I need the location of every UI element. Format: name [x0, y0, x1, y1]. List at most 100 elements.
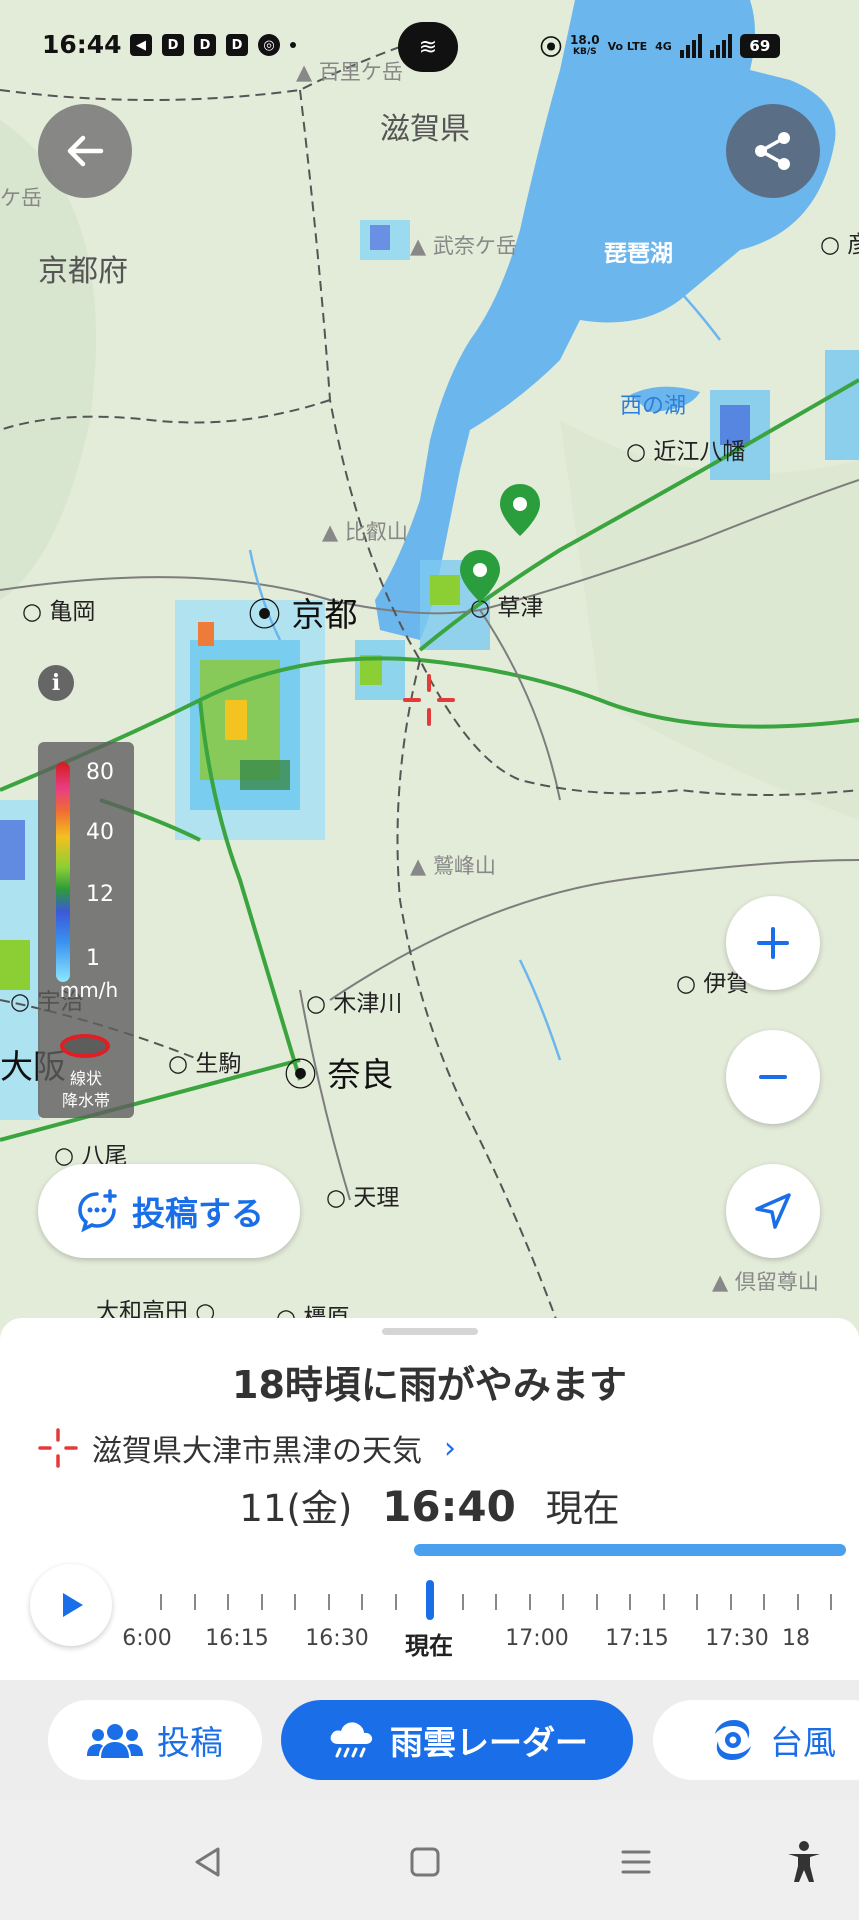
battery-icon: 69 [739, 34, 780, 58]
tab-typhoon[interactable]: 台風 [653, 1700, 859, 1780]
forecast-headline: 18時頃に雨がやみます [232, 1363, 627, 1407]
tab-rain-radar[interactable]: 雨雲レーダー [281, 1700, 633, 1780]
legend-value: 80 [86, 760, 114, 785]
map-label-mountain: ▲ 鷲峰山 [410, 854, 496, 878]
zoom-in-button[interactable] [726, 896, 820, 990]
current-location-button[interactable] [726, 1164, 820, 1258]
legend-value: 12 [86, 882, 114, 907]
forecast-sheet: 18時頃に雨がやみます 滋賀県大津市黒津の天気 › 11(金) 16:40 現在… [0, 1318, 859, 1680]
timeline-tick [830, 1594, 832, 1610]
observation-date: 11(金) [239, 1487, 353, 1530]
location-pin-icon[interactable] [498, 482, 542, 538]
accessibility-icon[interactable] [784, 1840, 824, 1884]
timeline-tick [294, 1594, 296, 1610]
system-status: ⦿ 18.0 KB/S Vo LTE 4G 69 [540, 30, 780, 62]
zoom-out-button[interactable] [726, 1030, 820, 1124]
back-nav-icon[interactable] [190, 1844, 226, 1880]
timeline-tick [461, 1594, 464, 1610]
post-button-label: 投稿する [132, 1194, 264, 1233]
timeline-label: 18 [782, 1626, 810, 1651]
map-label-prefecture: 京都府 [38, 254, 128, 289]
app-icon: D [162, 34, 184, 56]
more-notifications-icon [290, 42, 296, 48]
observation-time: 16:40 [382, 1482, 516, 1531]
bottom-tab-bar: 投稿 雨雲レーダー 台風 [0, 1680, 859, 1800]
status-time: 16:44 [42, 30, 122, 59]
megaphone-icon: ◀ [130, 34, 152, 56]
play-icon [63, 1593, 83, 1617]
map-view[interactable]: 16:44 ◀ D D D ◎ ≋ ⦿ 18.0 KB/S Vo LTE 4G … [0, 0, 859, 1330]
notification-icons: ◀ D D D ◎ [130, 34, 296, 56]
timeline-tick [562, 1594, 564, 1610]
crosshair-icon [38, 1428, 78, 1468]
signal-icon [709, 34, 732, 58]
tab-posts-label: 投稿 [157, 1723, 223, 1762]
location-pin-icon[interactable] [458, 548, 502, 604]
timeline-tick [629, 1594, 631, 1610]
map-label-city: ○ 天理 [326, 1185, 400, 1211]
map-label-city: ⦿ 京都 [248, 595, 358, 634]
navigation-arrow-icon [755, 1193, 791, 1229]
play-button[interactable] [30, 1564, 112, 1646]
rain-cloud-icon [330, 1722, 373, 1758]
rain-legend: 80 40 12 1 mm/h 線状 降水帯 [38, 742, 134, 1118]
timeline-tick [796, 1594, 799, 1610]
timeline-tick [193, 1594, 196, 1610]
map-label-city: ○ 彦 [820, 232, 859, 258]
people-icon [87, 1724, 143, 1758]
legend-value: 40 [86, 820, 114, 845]
timeline-label: 6:00 [122, 1626, 172, 1651]
back-button[interactable] [38, 104, 132, 198]
map-label-lake: 琵琶湖 [604, 241, 673, 267]
share-button[interactable] [726, 104, 820, 198]
legend-value: 1 [86, 946, 100, 971]
linear-rain-band-icon [60, 1034, 110, 1058]
legend-unit: mm/h [59, 978, 119, 1002]
legend-color-scale [56, 762, 70, 982]
map-label-city: ○ 亀岡 [22, 599, 96, 625]
timeline-label: 16:15 [205, 1626, 269, 1651]
timeline-tick [361, 1594, 363, 1610]
map-base [0, 0, 859, 1330]
chevron-right-icon: › [444, 1430, 456, 1466]
time-slider[interactable]: 6:00 16:15 16:30 現在 17:00 17:15 17:30 18 [122, 1544, 859, 1674]
timeline-label: 17:15 [605, 1626, 669, 1651]
map-label-city: ⦿ 奈良 [284, 1055, 394, 1094]
menu-nav-icon[interactable] [618, 1844, 654, 1880]
sheet-drag-handle[interactable] [382, 1328, 478, 1335]
map-label-lake: 西の湖 [620, 394, 687, 419]
forecast-range-bar [414, 1544, 846, 1556]
location-icon: ⦿ [540, 36, 563, 61]
linear-rain-band-label: 線状 降水帯 [61, 1069, 110, 1110]
home-nav-icon[interactable] [407, 1844, 443, 1880]
typhoon-icon [715, 1720, 751, 1760]
share-icon [755, 132, 790, 170]
map-label-city: ○ 生駒 [168, 1051, 242, 1077]
timeline-tick [495, 1594, 497, 1610]
minus-icon [759, 1075, 787, 1079]
map-label-mountain: ▲ 百里ケ岳 [296, 60, 403, 84]
tab-posts[interactable]: 投稿 [48, 1700, 262, 1780]
tab-typhoon-label: 台風 [770, 1723, 836, 1762]
timeline-tick [327, 1594, 330, 1610]
map-label-mountain: ▲ 武奈ケ岳 [410, 234, 517, 258]
plus-icon [757, 927, 789, 959]
slider-thumb[interactable] [426, 1580, 434, 1620]
timeline-label-now: 現在 [405, 1632, 453, 1660]
post-button[interactable]: 投稿する [38, 1164, 300, 1258]
location-link[interactable]: 滋賀県大津市黒津の天気 › [38, 1426, 456, 1470]
timeline-tick [160, 1594, 162, 1610]
timeline-tick [394, 1594, 397, 1610]
observation-now-label: 現在 [545, 1487, 620, 1530]
location-name: 滋賀県大津市黒津の天気 [92, 1434, 422, 1469]
info-icon[interactable]: i [38, 665, 74, 701]
signal-icon [679, 34, 702, 58]
crosshair-icon [403, 674, 455, 726]
network-type: 4G [655, 39, 672, 53]
timeline-tick [227, 1594, 229, 1610]
instagram-icon: ◎ [258, 34, 280, 56]
timeline-tick [662, 1594, 665, 1610]
status-bar: 16:44 ◀ D D D ◎ ≋ ⦿ 18.0 KB/S Vo LTE 4G … [0, 0, 859, 100]
map-label-city: ○ 近江八幡 [626, 439, 746, 465]
volte-indicator: Vo LTE [607, 39, 648, 53]
